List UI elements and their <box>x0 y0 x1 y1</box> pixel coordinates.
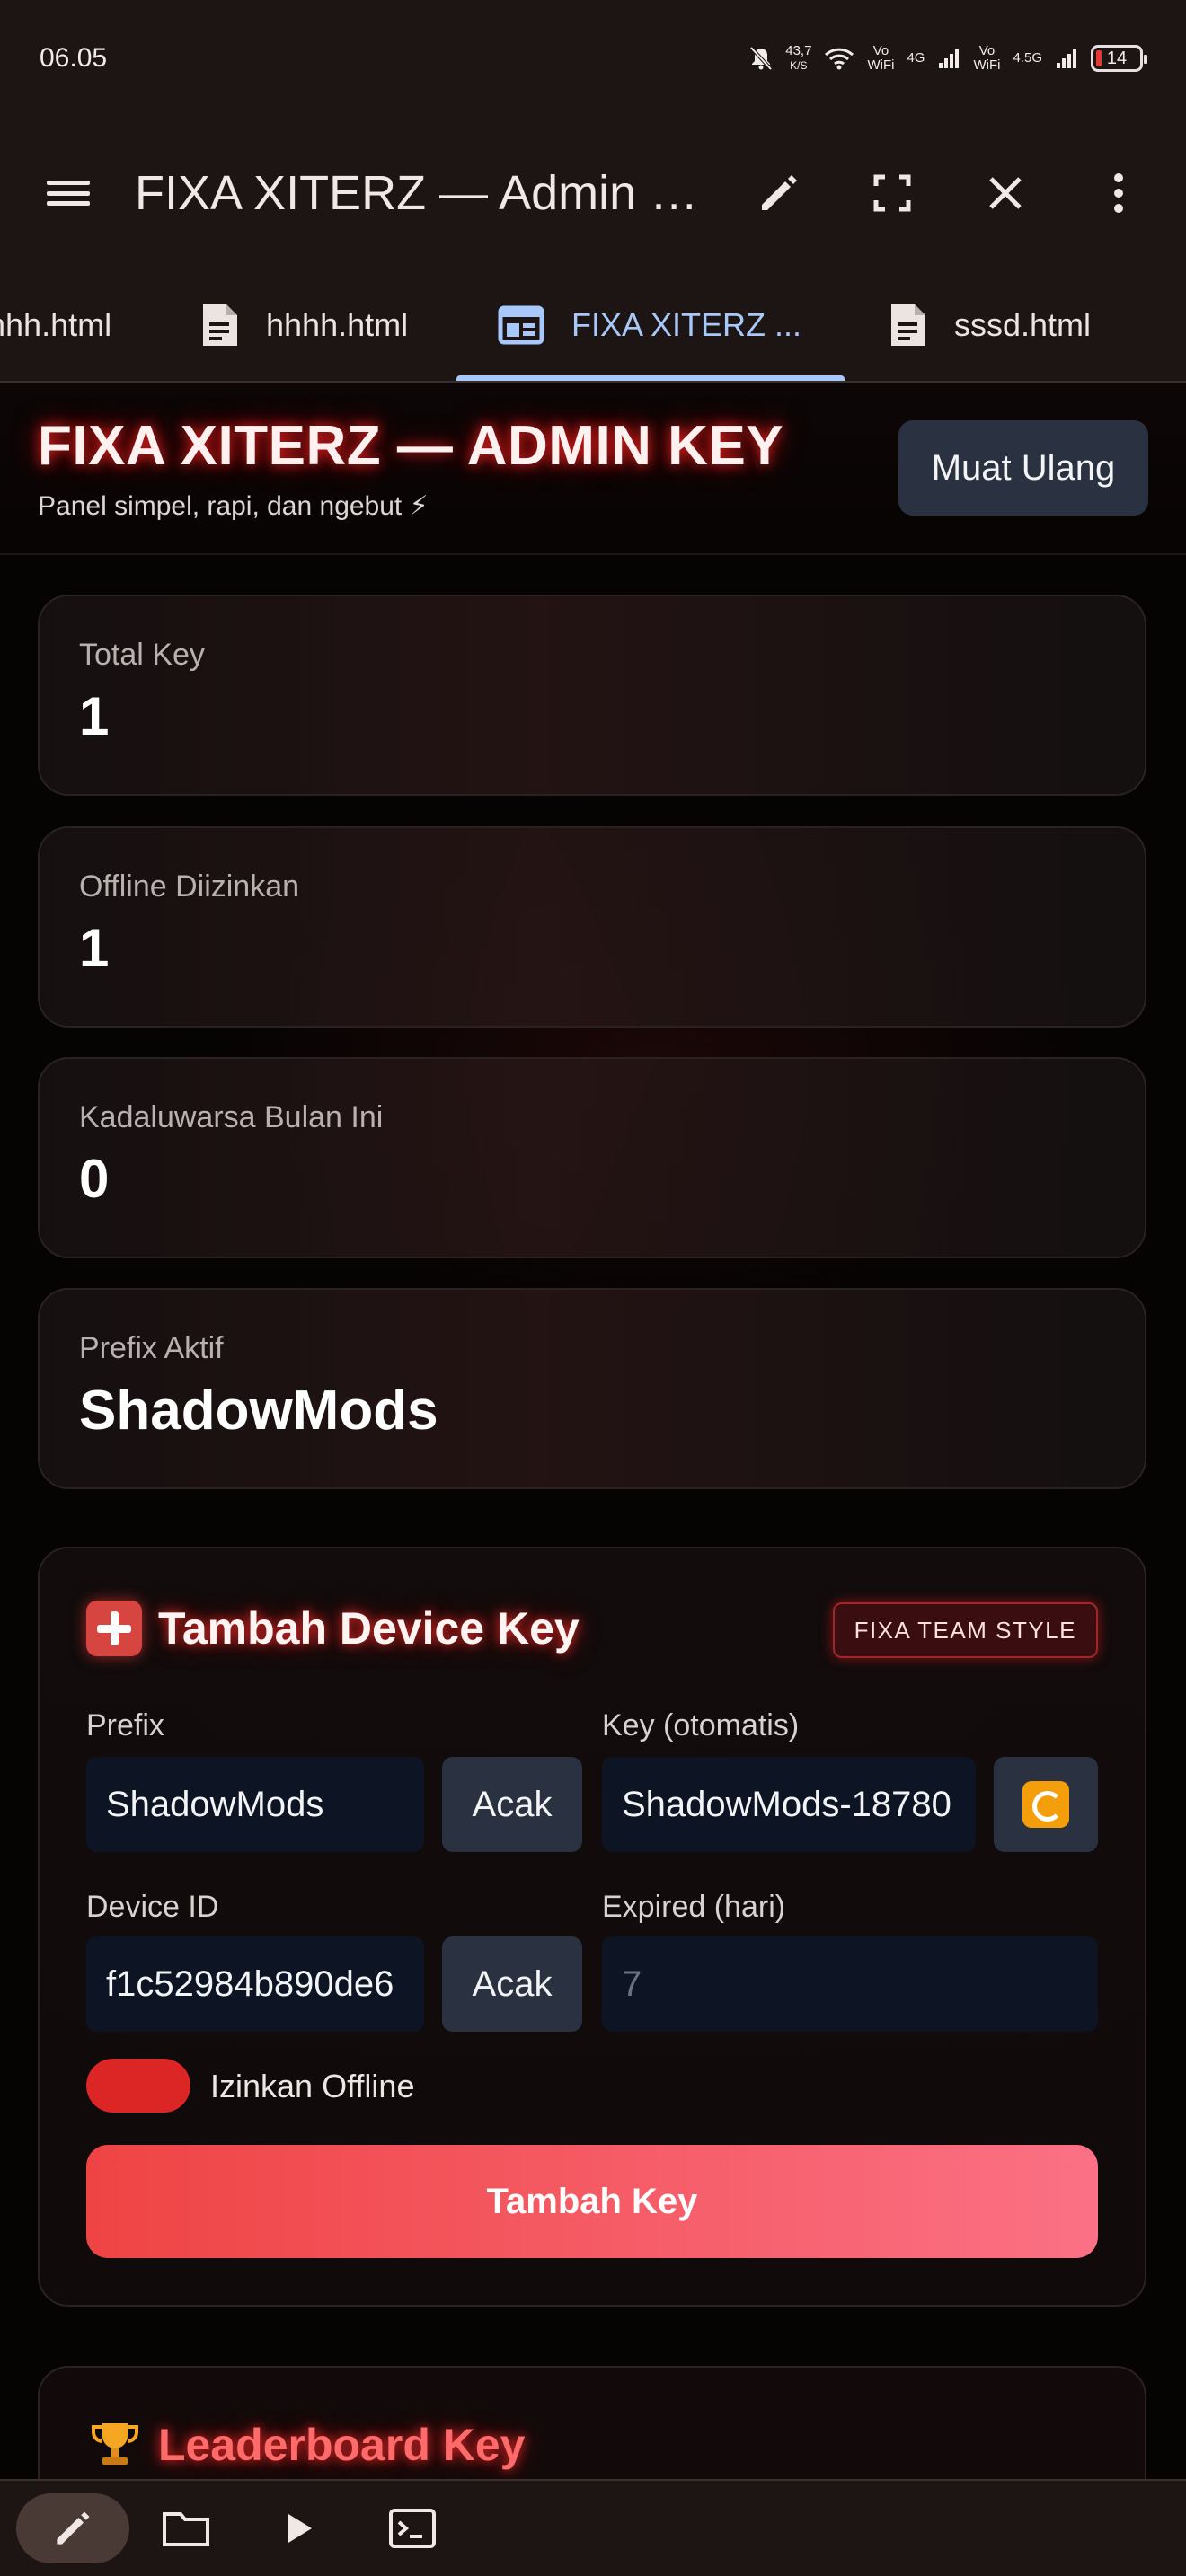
expired-label: Expired (hari) <box>602 1890 786 1924</box>
key-input[interactable]: ShadowMods-18780 <box>602 1757 976 1852</box>
tab-label: hhhh.html <box>266 306 409 343</box>
signal-icon-2 <box>1057 49 1076 68</box>
refresh-icon <box>1022 1781 1069 1828</box>
pencil-icon[interactable] <box>748 162 810 225</box>
battery-icon: 14 <box>1091 45 1147 72</box>
vowifi-label: Vo WiFi <box>867 43 895 73</box>
device-id-label: Device ID <box>86 1890 219 1924</box>
leaderboard-heading: Leaderboard Key <box>88 2418 525 2472</box>
tab-hhhh[interactable]: hhhh.html <box>199 269 408 381</box>
stat-card-prefix: Prefix Aktif ShadowMods <box>38 1288 1146 1489</box>
more-vert-icon[interactable] <box>1087 162 1150 225</box>
prefix-label: Prefix <box>86 1708 164 1742</box>
net-speed: 43,7 K/S <box>785 43 812 73</box>
net-45g-label: 4.5G <box>1013 50 1042 66</box>
tab-hhh[interactable]: hhh.html <box>0 269 111 381</box>
pencil-icon <box>57 2511 90 2545</box>
document-icon <box>891 304 925 346</box>
stat-label: Offline Diizinkan <box>79 869 300 904</box>
app-title: FIXA XITERZ — Admin Key <box>135 166 710 220</box>
battery-level: 14 <box>1106 48 1128 68</box>
stat-value: 1 <box>79 686 110 746</box>
play-icon <box>288 2514 312 2543</box>
reload-button[interactable]: Muat Ulang <box>898 420 1148 516</box>
trophy-icon <box>92 2423 138 2465</box>
signal-icon <box>939 49 960 68</box>
mute-bell-icon <box>749 46 773 71</box>
stat-value: ShadowMods <box>79 1380 438 1442</box>
form-heading-text: Tambah Device Key <box>158 1603 580 1654</box>
wifi-icon <box>825 48 854 70</box>
fullscreen-icon[interactable] <box>861 162 924 225</box>
add-key-button[interactable]: Tambah Key <box>86 2145 1098 2258</box>
stat-label: Prefix Aktif <box>79 1331 224 1365</box>
files-tool-button[interactable] <box>129 2493 243 2563</box>
stat-label: Kadaluwarsa Bulan Ini <box>79 1100 384 1134</box>
tab-label: FIXA XITERZ ... <box>571 306 802 343</box>
status-bar: 06.05 43,7 K/S Vo WiFi 4G Vo WiFi 4.5G 14 <box>0 0 1186 117</box>
active-tab-indicator <box>456 375 845 381</box>
terminal-icon <box>389 2509 436 2548</box>
net-4g-label: 4G <box>907 50 925 66</box>
leaderboard-heading-text: Leaderboard Key <box>158 2420 526 2470</box>
offline-toggle-label: Izinkan Offline <box>210 2068 415 2104</box>
status-time: 06.05 <box>40 43 108 73</box>
tab-label: sssd.html <box>954 306 1092 343</box>
plus-icon <box>86 1601 142 1656</box>
expired-days-input[interactable]: 7 <box>602 1936 1098 2032</box>
tab-sssd[interactable]: sssd.html <box>888 269 1091 381</box>
random-prefix-button[interactable]: Acak <box>442 1757 582 1852</box>
stat-card-offline: Offline Diizinkan 1 <box>38 826 1146 1028</box>
stat-value: 0 <box>79 1149 110 1209</box>
regenerate-key-button[interactable] <box>994 1757 1098 1852</box>
edit-tool-button[interactable] <box>16 2493 129 2563</box>
stat-card-total-key: Total Key 1 <box>38 595 1146 796</box>
vowifi-label-2: Vo WiFi <box>973 43 1001 73</box>
form-heading: Tambah Device Key <box>86 1601 580 1656</box>
offline-toggle[interactable] <box>86 2059 190 2113</box>
app-bar-actions <box>748 162 1150 225</box>
stat-value: 1 <box>79 918 110 978</box>
tab-label: hhh.html <box>0 306 112 343</box>
close-icon[interactable] <box>974 162 1037 225</box>
browser-window-icon <box>498 305 544 345</box>
terminal-tool-button[interactable] <box>356 2493 469 2563</box>
key-label: Key (otomatis) <box>602 1708 800 1742</box>
folder-icon <box>163 2512 209 2546</box>
stat-label: Total Key <box>79 638 205 672</box>
page-title: FIXA XITERZ — ADMIN KEY <box>38 415 784 477</box>
team-badge: FIXA TEAM STYLE <box>832 1602 1098 1658</box>
prefix-input[interactable]: ShadowMods <box>86 1757 424 1852</box>
page-subtitle: Panel simpel, rapi, dan ngebut ⚡ <box>38 491 429 521</box>
page-header: FIXA XITERZ — ADMIN KEY Panel simpel, ra… <box>0 383 1186 555</box>
app-bar: FIXA XITERZ — Admin Key <box>0 117 1186 269</box>
tab-fixa-xiterz[interactable]: FIXA XITERZ ... <box>498 269 801 381</box>
document-icon <box>203 304 237 346</box>
device-id-input[interactable]: f1c52984b890de6 <box>86 1936 424 2032</box>
random-device-button[interactable]: Acak <box>442 1936 582 2032</box>
bottom-toolbar <box>0 2479 1186 2576</box>
menu-icon[interactable] <box>45 175 92 211</box>
editor-tabs: hhh.html hhhh.html FIXA XITERZ ... sssd.… <box>0 269 1186 383</box>
run-tool-button[interactable] <box>243 2493 356 2563</box>
stat-card-expiring: Kadaluwarsa Bulan Ini 0 <box>38 1057 1146 1258</box>
status-icons: 43,7 K/S Vo WiFi 4G Vo WiFi 4.5G 14 <box>749 43 1147 73</box>
